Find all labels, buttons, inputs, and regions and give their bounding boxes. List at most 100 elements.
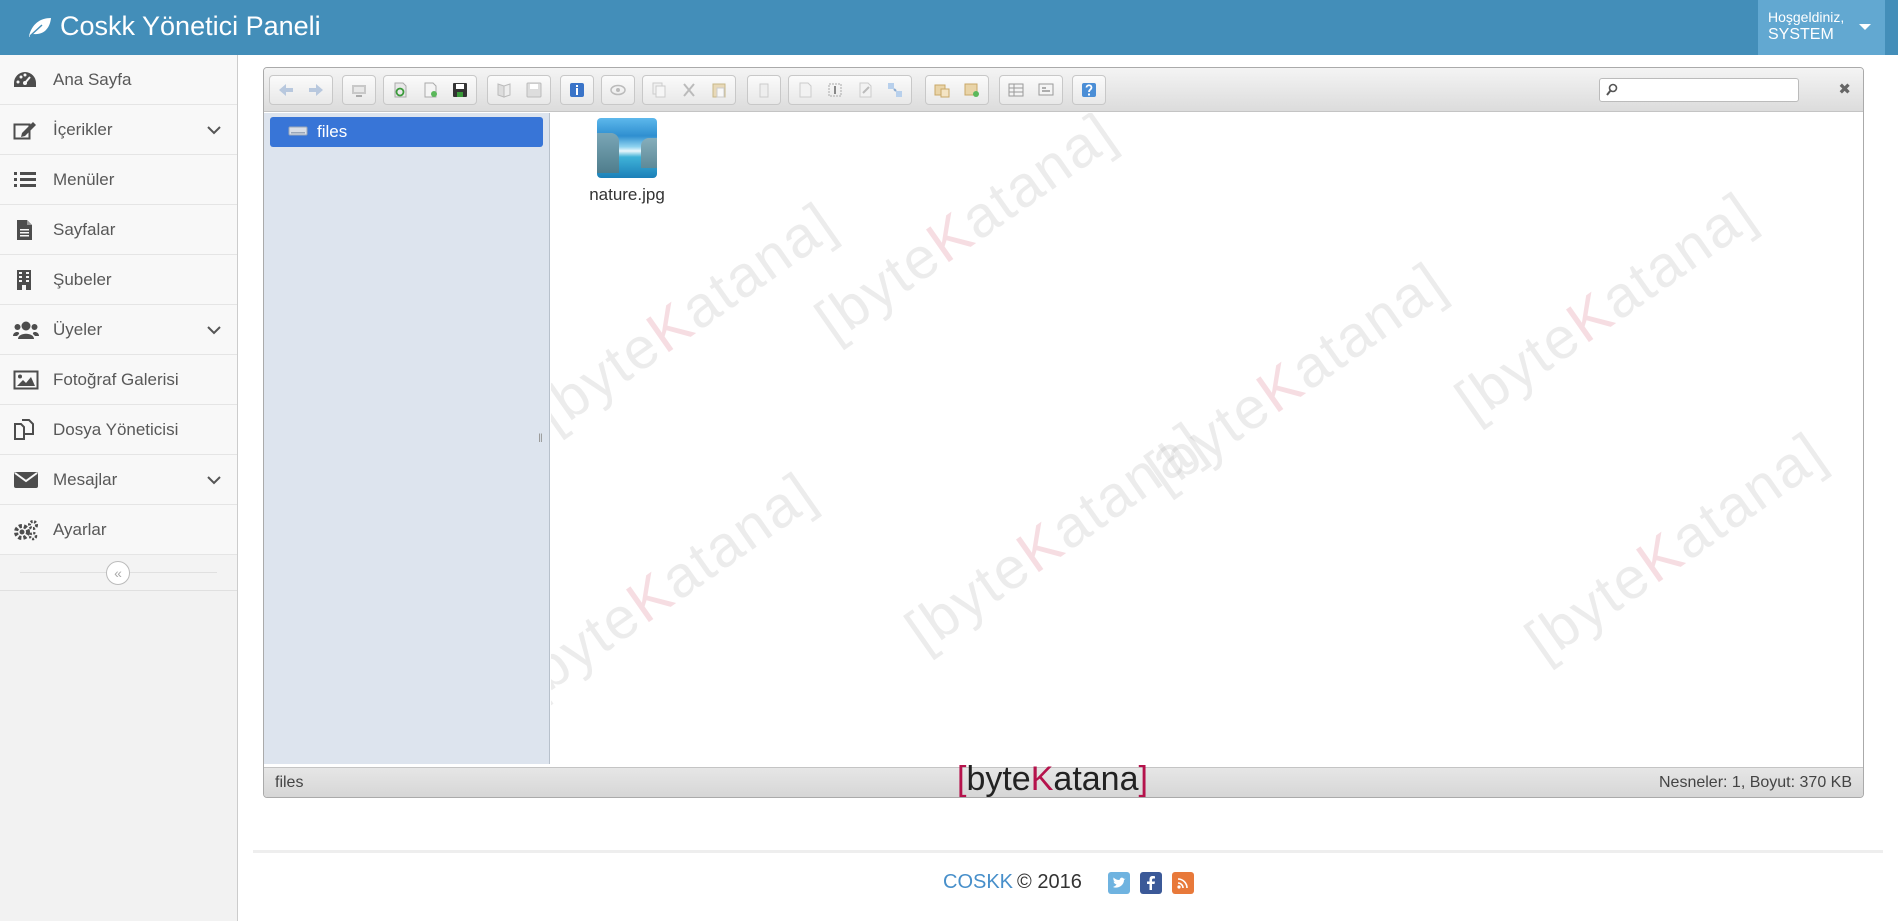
watermark: [byteKatana] [551, 459, 828, 714]
file-icon [13, 218, 43, 242]
home-button[interactable] [346, 78, 372, 102]
preview-button[interactable] [605, 78, 631, 102]
watermark: [byteKatana] [1443, 179, 1768, 434]
sidebar-item-label: Fotoğraf Galerisi [53, 369, 179, 389]
facebook-icon[interactable] [1139, 871, 1162, 894]
sidebar-item-subeler[interactable]: Şubeler [0, 255, 237, 305]
copy-button[interactable] [646, 78, 672, 102]
watermark: [byteKatana] [803, 113, 1128, 354]
edit-button[interactable] [852, 78, 878, 102]
sidebar-item-label: Ana Sayfa [53, 69, 132, 89]
watermark: [byteKatana] [1133, 249, 1458, 504]
sort-icon [1038, 83, 1054, 96]
pane-resize-handle[interactable]: ‖ [538, 431, 543, 445]
sidebar-item-ayarlar[interactable]: Ayarlar [0, 505, 237, 555]
watermark: [byteKatana] [551, 189, 848, 444]
new-file-icon [424, 82, 437, 98]
logo-part: byte [966, 760, 1031, 798]
sidebar-item-label: Menüler [53, 169, 115, 189]
download-button[interactable] [521, 78, 547, 102]
sidebar-item-label: Üyeler [53, 319, 103, 339]
caret-down-icon [1859, 24, 1871, 30]
info-icon [570, 83, 584, 97]
archive-icon [964, 83, 979, 97]
twitter-icon[interactable] [1107, 871, 1130, 894]
view-button[interactable] [1003, 78, 1029, 102]
paste-button[interactable] [706, 78, 732, 102]
social-links [1107, 871, 1194, 894]
app-brand[interactable]: Coskk Yönetici Paneli [26, 11, 321, 42]
download-icon [526, 82, 542, 98]
archive-button[interactable] [959, 78, 985, 102]
resize-icon [888, 83, 902, 97]
image-thumbnail [597, 118, 657, 178]
help-icon [1082, 83, 1096, 97]
file-item[interactable]: nature.jpg [577, 118, 677, 205]
sidebar-item-mesajlar[interactable]: Mesajlar [0, 455, 237, 505]
delete-icon [759, 83, 769, 98]
sidebar-item-ana-sayfa[interactable]: Ana Sayfa [0, 55, 237, 105]
footer: COSKK © 2016 [943, 871, 1194, 894]
logo-part: atana [1053, 760, 1139, 798]
toolbar-group-archive [925, 75, 989, 105]
save-button[interactable] [447, 78, 473, 102]
forward-icon [309, 84, 323, 96]
rename-button[interactable] [822, 78, 848, 102]
files-icon [13, 418, 43, 442]
sidebar-item-menuler[interactable]: Menüler [0, 155, 237, 205]
logo-part: K [1030, 760, 1054, 798]
sidebar-collapse-button[interactable]: « [106, 561, 130, 585]
sidebar-item-label: Ayarlar [53, 519, 107, 539]
file-manager-toolbar: ✖ [264, 68, 1863, 112]
sidebar-item-fotograf-galerisi[interactable]: Fotoğraf Galerisi [0, 355, 237, 405]
toolbar-group-info [560, 75, 594, 105]
tree-root-files[interactable]: files [270, 117, 543, 147]
chevron-down-icon [207, 122, 221, 140]
footer-divider [253, 850, 1883, 853]
sidebar-item-sayfalar[interactable]: Sayfalar [0, 205, 237, 255]
footer-brand[interactable]: COSKK [943, 871, 1013, 894]
edit-icon [859, 82, 872, 98]
sidebar-item-label: İçerikler [53, 119, 113, 139]
drive-icon [288, 122, 308, 142]
home-icon [352, 85, 366, 97]
thumbnail-detail [597, 133, 619, 173]
extract-button[interactable] [929, 78, 955, 102]
back-button[interactable] [273, 78, 299, 102]
thumbnail-detail [641, 138, 657, 168]
building-icon [13, 268, 43, 292]
toolbar-group-home [342, 75, 376, 105]
search-icon [1606, 83, 1618, 102]
sidebar: Ana Sayfa İçerikler Menüler Sayfalar Şub… [0, 55, 238, 921]
delete-button[interactable] [751, 78, 777, 102]
new-file-button[interactable] [417, 78, 443, 102]
list-icon [13, 168, 43, 192]
reload-button[interactable] [387, 78, 413, 102]
chevron-down-icon [207, 472, 221, 490]
forward-button[interactable] [303, 78, 329, 102]
sidebar-item-icerikler[interactable]: İçerikler [0, 105, 237, 155]
sidebar-item-label: Dosya Yöneticisi [53, 419, 179, 439]
edit-icon [13, 118, 43, 142]
close-icon[interactable]: ✖ [1838, 80, 1851, 98]
toolbar-group-file [383, 75, 477, 105]
search-box [1599, 78, 1799, 102]
user-menu[interactable]: Hoşgeldiniz, SYSTEM [1758, 0, 1885, 55]
duplicate-button[interactable] [792, 78, 818, 102]
toolbar-group-clipboard [642, 75, 736, 105]
toolbar-group-history [269, 75, 333, 105]
open-button[interactable] [491, 78, 517, 102]
rss-icon[interactable] [1171, 871, 1194, 894]
sidebar-item-dosya-yoneticisi[interactable]: Dosya Yöneticisi [0, 405, 237, 455]
toolbar-group-edit [788, 75, 912, 105]
sidebar-item-uyeler[interactable]: Üyeler [0, 305, 237, 355]
sort-button[interactable] [1033, 78, 1059, 102]
help-button[interactable] [1076, 78, 1102, 102]
bytekatana-logo: [byteKatana] [957, 760, 1148, 798]
users-icon [13, 318, 43, 342]
open-icon [497, 83, 511, 98]
cut-button[interactable] [676, 78, 702, 102]
resize-button[interactable] [882, 78, 908, 102]
search-input[interactable] [1622, 81, 1792, 99]
info-button[interactable] [564, 78, 590, 102]
